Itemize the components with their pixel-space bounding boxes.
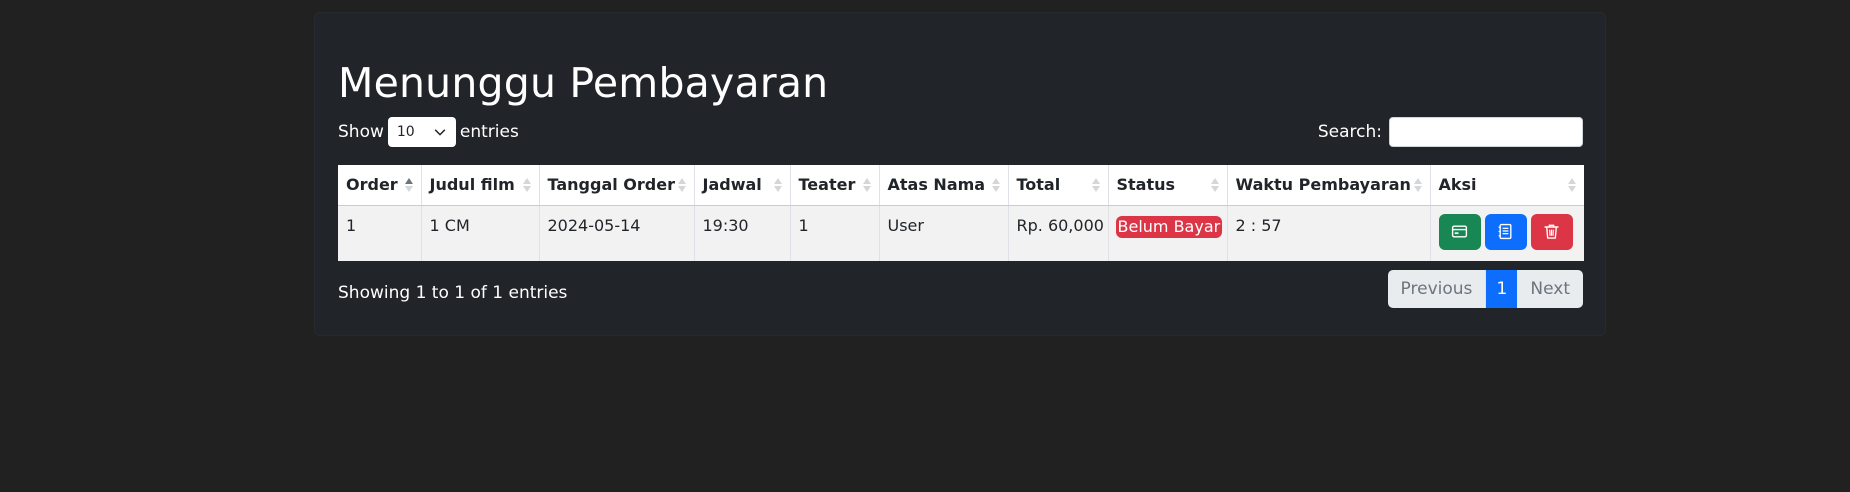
search-control: Search: (1318, 116, 1583, 148)
sort-icon (773, 178, 782, 192)
credit-card-icon (1451, 225, 1468, 238)
cell-total: Rp. 60,000 (1008, 205, 1109, 261)
column-header-tanggal-order[interactable]: Tanggal Order (539, 165, 695, 206)
cell-atas-nama: User (879, 205, 1009, 261)
column-header-judul-film[interactable]: Judul film (421, 165, 540, 206)
table-header-row: Order Judul film Tanggal Order Jadwal Te… (338, 165, 1584, 206)
status-badge: Belum Bayar (1115, 215, 1223, 238)
receipt-icon (1498, 223, 1512, 240)
sort-ascending-icon (404, 178, 413, 192)
cell-judul-film: 1 CM (421, 205, 540, 261)
search-label: Search: (1317, 122, 1382, 142)
sort-icon (522, 178, 531, 192)
sort-icon (1091, 178, 1100, 192)
length-control: Show 10 entries (338, 116, 519, 148)
payment-card: Menunggu Pembayaran Show 10 entries Sear… (314, 12, 1606, 336)
invoice-button[interactable] (1484, 213, 1527, 250)
column-header-jadwal[interactable]: Jadwal (694, 165, 791, 206)
cell-jadwal: 19:30 (694, 205, 791, 261)
sort-icon (677, 178, 686, 192)
column-header-status[interactable]: Status (1108, 165, 1228, 206)
sort-icon (862, 178, 871, 192)
sort-icon (991, 178, 1000, 192)
table-row: 1 1 CM 2024-05-14 19:30 1 User Rp. 60,00… (338, 205, 1584, 261)
pagination-next[interactable]: Next (1517, 270, 1583, 308)
search-input[interactable] (1389, 117, 1583, 147)
cell-status: Belum Bayar (1108, 205, 1228, 261)
table-info: Showing 1 to 1 of 1 entries (338, 283, 568, 303)
pagination-previous[interactable]: Previous (1387, 270, 1487, 308)
chevron-down-icon (434, 129, 446, 136)
cell-teater: 1 (790, 205, 880, 261)
column-header-order[interactable]: Order (338, 165, 422, 206)
column-header-atas-nama[interactable]: Atas Nama (879, 165, 1009, 206)
cell-waktu-pembayaran: 2 : 57 (1227, 205, 1431, 261)
entries-select-value: 10 (396, 124, 415, 140)
column-header-teater[interactable]: Teater (790, 165, 880, 206)
show-label: Show (338, 122, 384, 142)
cell-aksi (1430, 205, 1584, 261)
orders-table: Order Judul film Tanggal Order Jadwal Te… (338, 165, 1584, 261)
cell-tanggal-order: 2024-05-14 (539, 205, 695, 261)
column-header-aksi[interactable]: Aksi (1430, 165, 1584, 206)
pay-button[interactable] (1438, 213, 1481, 250)
column-header-total[interactable]: Total (1008, 165, 1109, 206)
page-title: Menunggu Pembayaran (338, 59, 829, 107)
table-controls: Show 10 entries Search: (338, 116, 1583, 150)
entries-select[interactable]: 10 (387, 117, 456, 147)
trash-icon (1544, 224, 1559, 239)
cell-order: 1 (338, 205, 422, 261)
column-header-waktu-pembayaran[interactable]: Waktu Pembayaran (1227, 165, 1431, 206)
delete-button[interactable] (1530, 213, 1573, 250)
pagination-page-1[interactable]: 1 (1486, 270, 1518, 308)
sort-icon (1210, 178, 1219, 192)
sort-icon (1568, 178, 1576, 192)
pagination: Previous 1 Next (1387, 270, 1583, 308)
row-actions (1438, 213, 1577, 250)
sort-icon (1413, 178, 1422, 192)
entries-label: entries (459, 122, 519, 142)
